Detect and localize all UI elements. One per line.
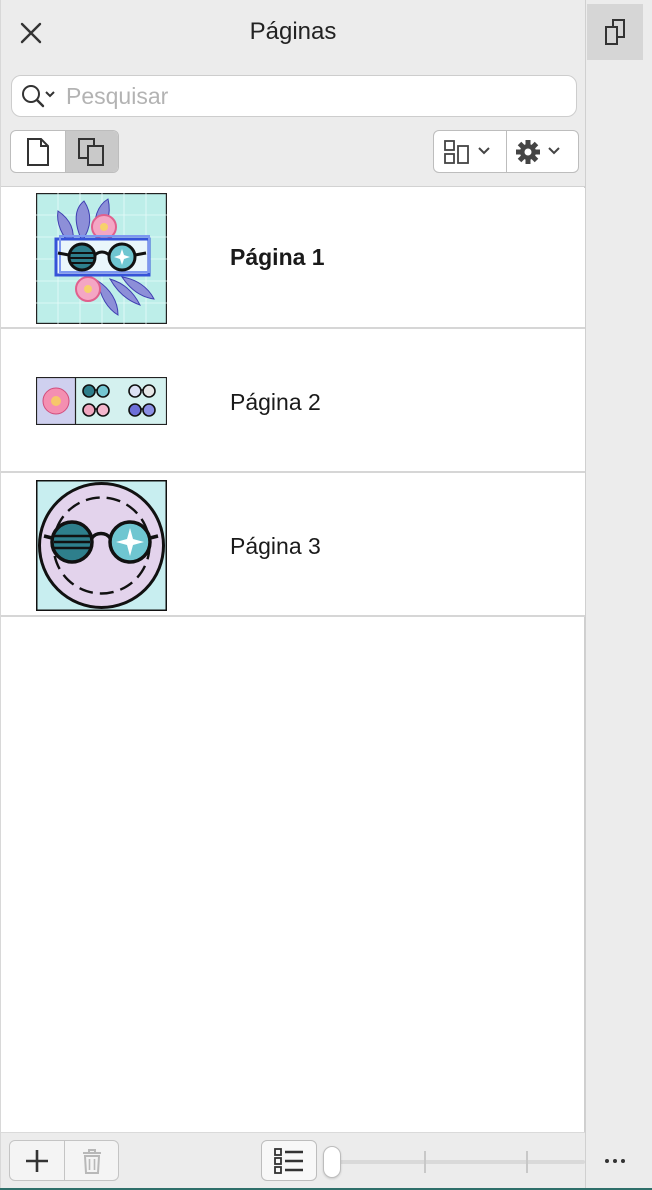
slider-tick <box>526 1151 528 1173</box>
list-icon <box>274 1147 303 1174</box>
panel-title: Páginas <box>249 18 337 45</box>
page-2-thumbnail[interactable] <box>36 377 167 425</box>
slider-track[interactable] <box>331 1160 585 1164</box>
multi-page-view-button[interactable] <box>64 131 118 172</box>
layout-icon <box>443 139 490 164</box>
multi-page-icon <box>77 137 104 166</box>
trash-icon <box>82 1148 101 1174</box>
settings-menu-button[interactable] <box>505 131 579 172</box>
page-list: Página 1 Página 2 Página 3 <box>1 188 585 617</box>
pages-panel: Páginas Pesquisar Página 1 Página 2 Pági… <box>0 0 585 1190</box>
page-3-label[interactable]: Página 3 <box>230 533 321 560</box>
panel-header: Páginas <box>1 0 585 187</box>
search-icon[interactable] <box>20 83 58 109</box>
single-page-icon <box>26 137 49 166</box>
layout-menu-button[interactable] <box>434 131 506 172</box>
page-2-label[interactable]: Página 2 <box>230 389 321 416</box>
list-view-button[interactable] <box>261 1140 317 1181</box>
search-box[interactable] <box>11 75 577 117</box>
add-page-button[interactable] <box>10 1141 64 1180</box>
docker-rail <box>585 0 652 1190</box>
delete-page-button[interactable] <box>64 1141 118 1180</box>
page-row[interactable]: Página 3 <box>1 473 585 617</box>
slider-tick <box>424 1151 426 1173</box>
more-options-button[interactable] <box>600 1150 630 1172</box>
slider-knob[interactable] <box>323 1146 341 1178</box>
page-1-label[interactable]: Página 1 <box>230 244 325 271</box>
page-3-thumbnail[interactable] <box>36 480 167 611</box>
options-group <box>433 130 579 173</box>
view-toggle <box>10 130 119 173</box>
page-actions <box>9 1140 119 1181</box>
page-row[interactable]: Página 2 <box>1 329 585 473</box>
single-page-view-button[interactable] <box>11 131 65 172</box>
page-row[interactable]: Página 1 <box>1 188 585 329</box>
gear-icon <box>516 139 560 164</box>
pages-panel-tab[interactable] <box>587 4 643 60</box>
search-input[interactable] <box>66 82 546 110</box>
pages-panel-icon <box>605 19 625 45</box>
thumbnail-size-slider[interactable] <box>323 1145 585 1179</box>
page-1-thumbnail[interactable] <box>36 193 167 324</box>
ellipsis-icon <box>605 1159 609 1163</box>
panel-footer <box>1 1132 585 1190</box>
plus-icon <box>26 1149 48 1172</box>
